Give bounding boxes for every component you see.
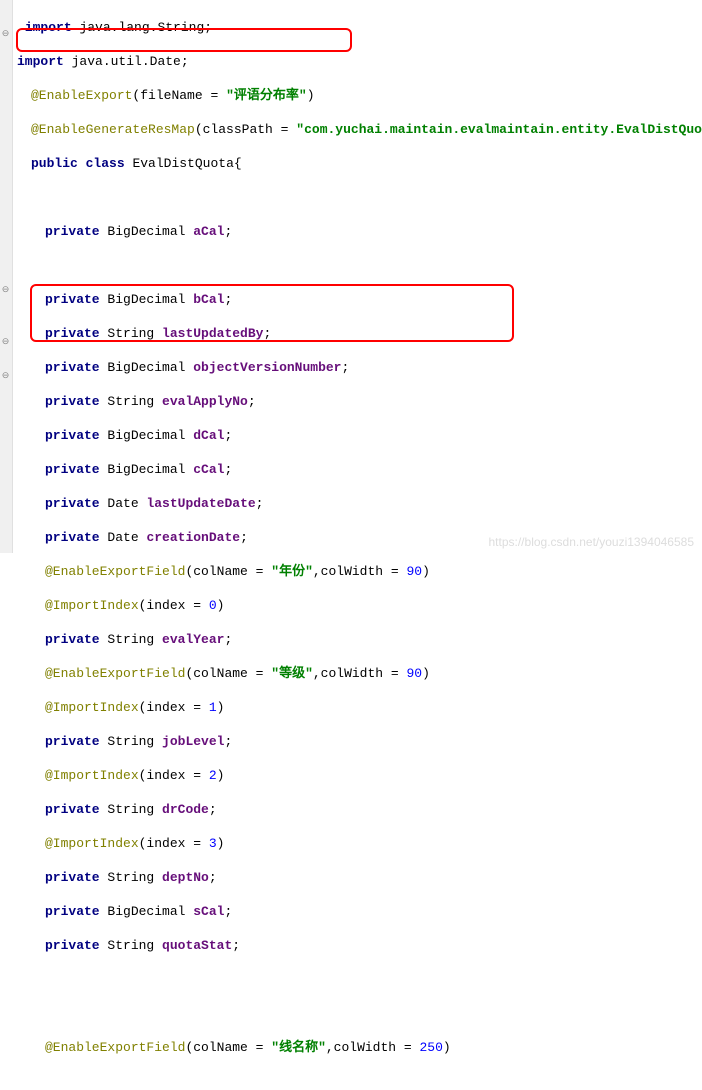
keyword: import [17, 54, 64, 69]
keyword: import [25, 20, 72, 35]
annotation: @EnableExport [31, 88, 132, 103]
annotation: @EnableGenerateResMap [31, 122, 195, 137]
fold-marker[interactable]: ⊖ [1, 286, 10, 295]
code-editor[interactable]: ⊖ ⊖ ⊖ ⊖ import java.lang.String; import … [0, 0, 702, 553]
fold-marker[interactable]: ⊖ [1, 338, 10, 347]
fold-marker[interactable]: ⊖ [1, 30, 10, 39]
code-area[interactable]: import java.lang.String; import java.uti… [13, 0, 702, 553]
fold-marker[interactable]: ⊖ [1, 372, 10, 381]
gutter: ⊖ ⊖ ⊖ ⊖ [0, 0, 13, 553]
import-text: java.lang.String; [79, 20, 212, 35]
class-name: EvalDistQuota{ [132, 156, 241, 171]
watermark: https://blog.csdn.net/youzi1394046585 [489, 535, 695, 549]
import-text: java.util.Date; [72, 54, 189, 69]
